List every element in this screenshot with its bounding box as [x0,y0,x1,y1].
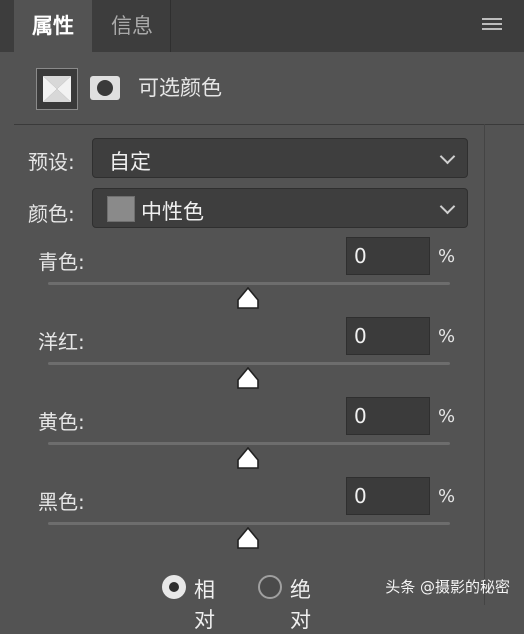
radio-relative-label[interactable]: 相对 [194,574,215,634]
selective-color-adjustment-icon[interactable] [36,68,78,110]
slider-label: 黄色: [38,410,85,434]
percent-unit: % [438,246,456,267]
radio-relative[interactable] [162,575,186,599]
color-value: 中性色 [141,200,204,224]
color-swatch [107,196,135,222]
yellow-value-input[interactable] [346,397,430,435]
black-value-input[interactable] [346,477,430,515]
percent-unit: % [438,326,456,347]
panel-tab-bar: 属性 信息 [0,0,524,52]
panel-menu-icon[interactable] [482,18,502,32]
tab-info[interactable]: 信息 [94,0,171,52]
radio-absolute-label[interactable]: 绝对 [290,574,311,634]
slider-label: 黑色: [38,490,85,514]
watermark-text: 头条 @摄影的秘密 [385,578,510,596]
slider-thumb-icon[interactable] [236,447,260,469]
slider-thumb-icon[interactable] [236,287,260,309]
percent-unit: % [438,406,456,427]
panel-title: 可选颜色 [138,76,222,100]
slider-track[interactable] [48,442,450,445]
slider-label: 青色: [38,250,85,274]
cyan-value-input[interactable] [346,237,430,275]
radio-absolute[interactable] [258,575,282,599]
color-label: 颜色: [28,202,75,226]
slider-track[interactable] [48,282,450,285]
preset-label: 预设: [28,150,75,174]
magenta-value-input[interactable] [346,317,430,355]
chevron-down-icon [439,148,456,165]
percent-unit: % [438,486,456,507]
slider-track[interactable] [48,362,450,365]
adjustment-header: 可选颜色 [14,52,524,125]
tab-properties[interactable]: 属性 [14,0,92,52]
preset-select[interactable]: 自定 [92,138,468,178]
preset-value: 自定 [109,150,151,174]
slider-label: 洋红: [38,330,85,354]
slider-thumb-icon[interactable] [236,527,260,549]
slider-track[interactable] [48,522,450,525]
layer-mask-icon[interactable] [90,76,120,100]
chevron-down-icon [439,198,456,215]
slider-thumb-icon[interactable] [236,367,260,389]
color-select[interactable]: 中性色 [92,188,468,228]
